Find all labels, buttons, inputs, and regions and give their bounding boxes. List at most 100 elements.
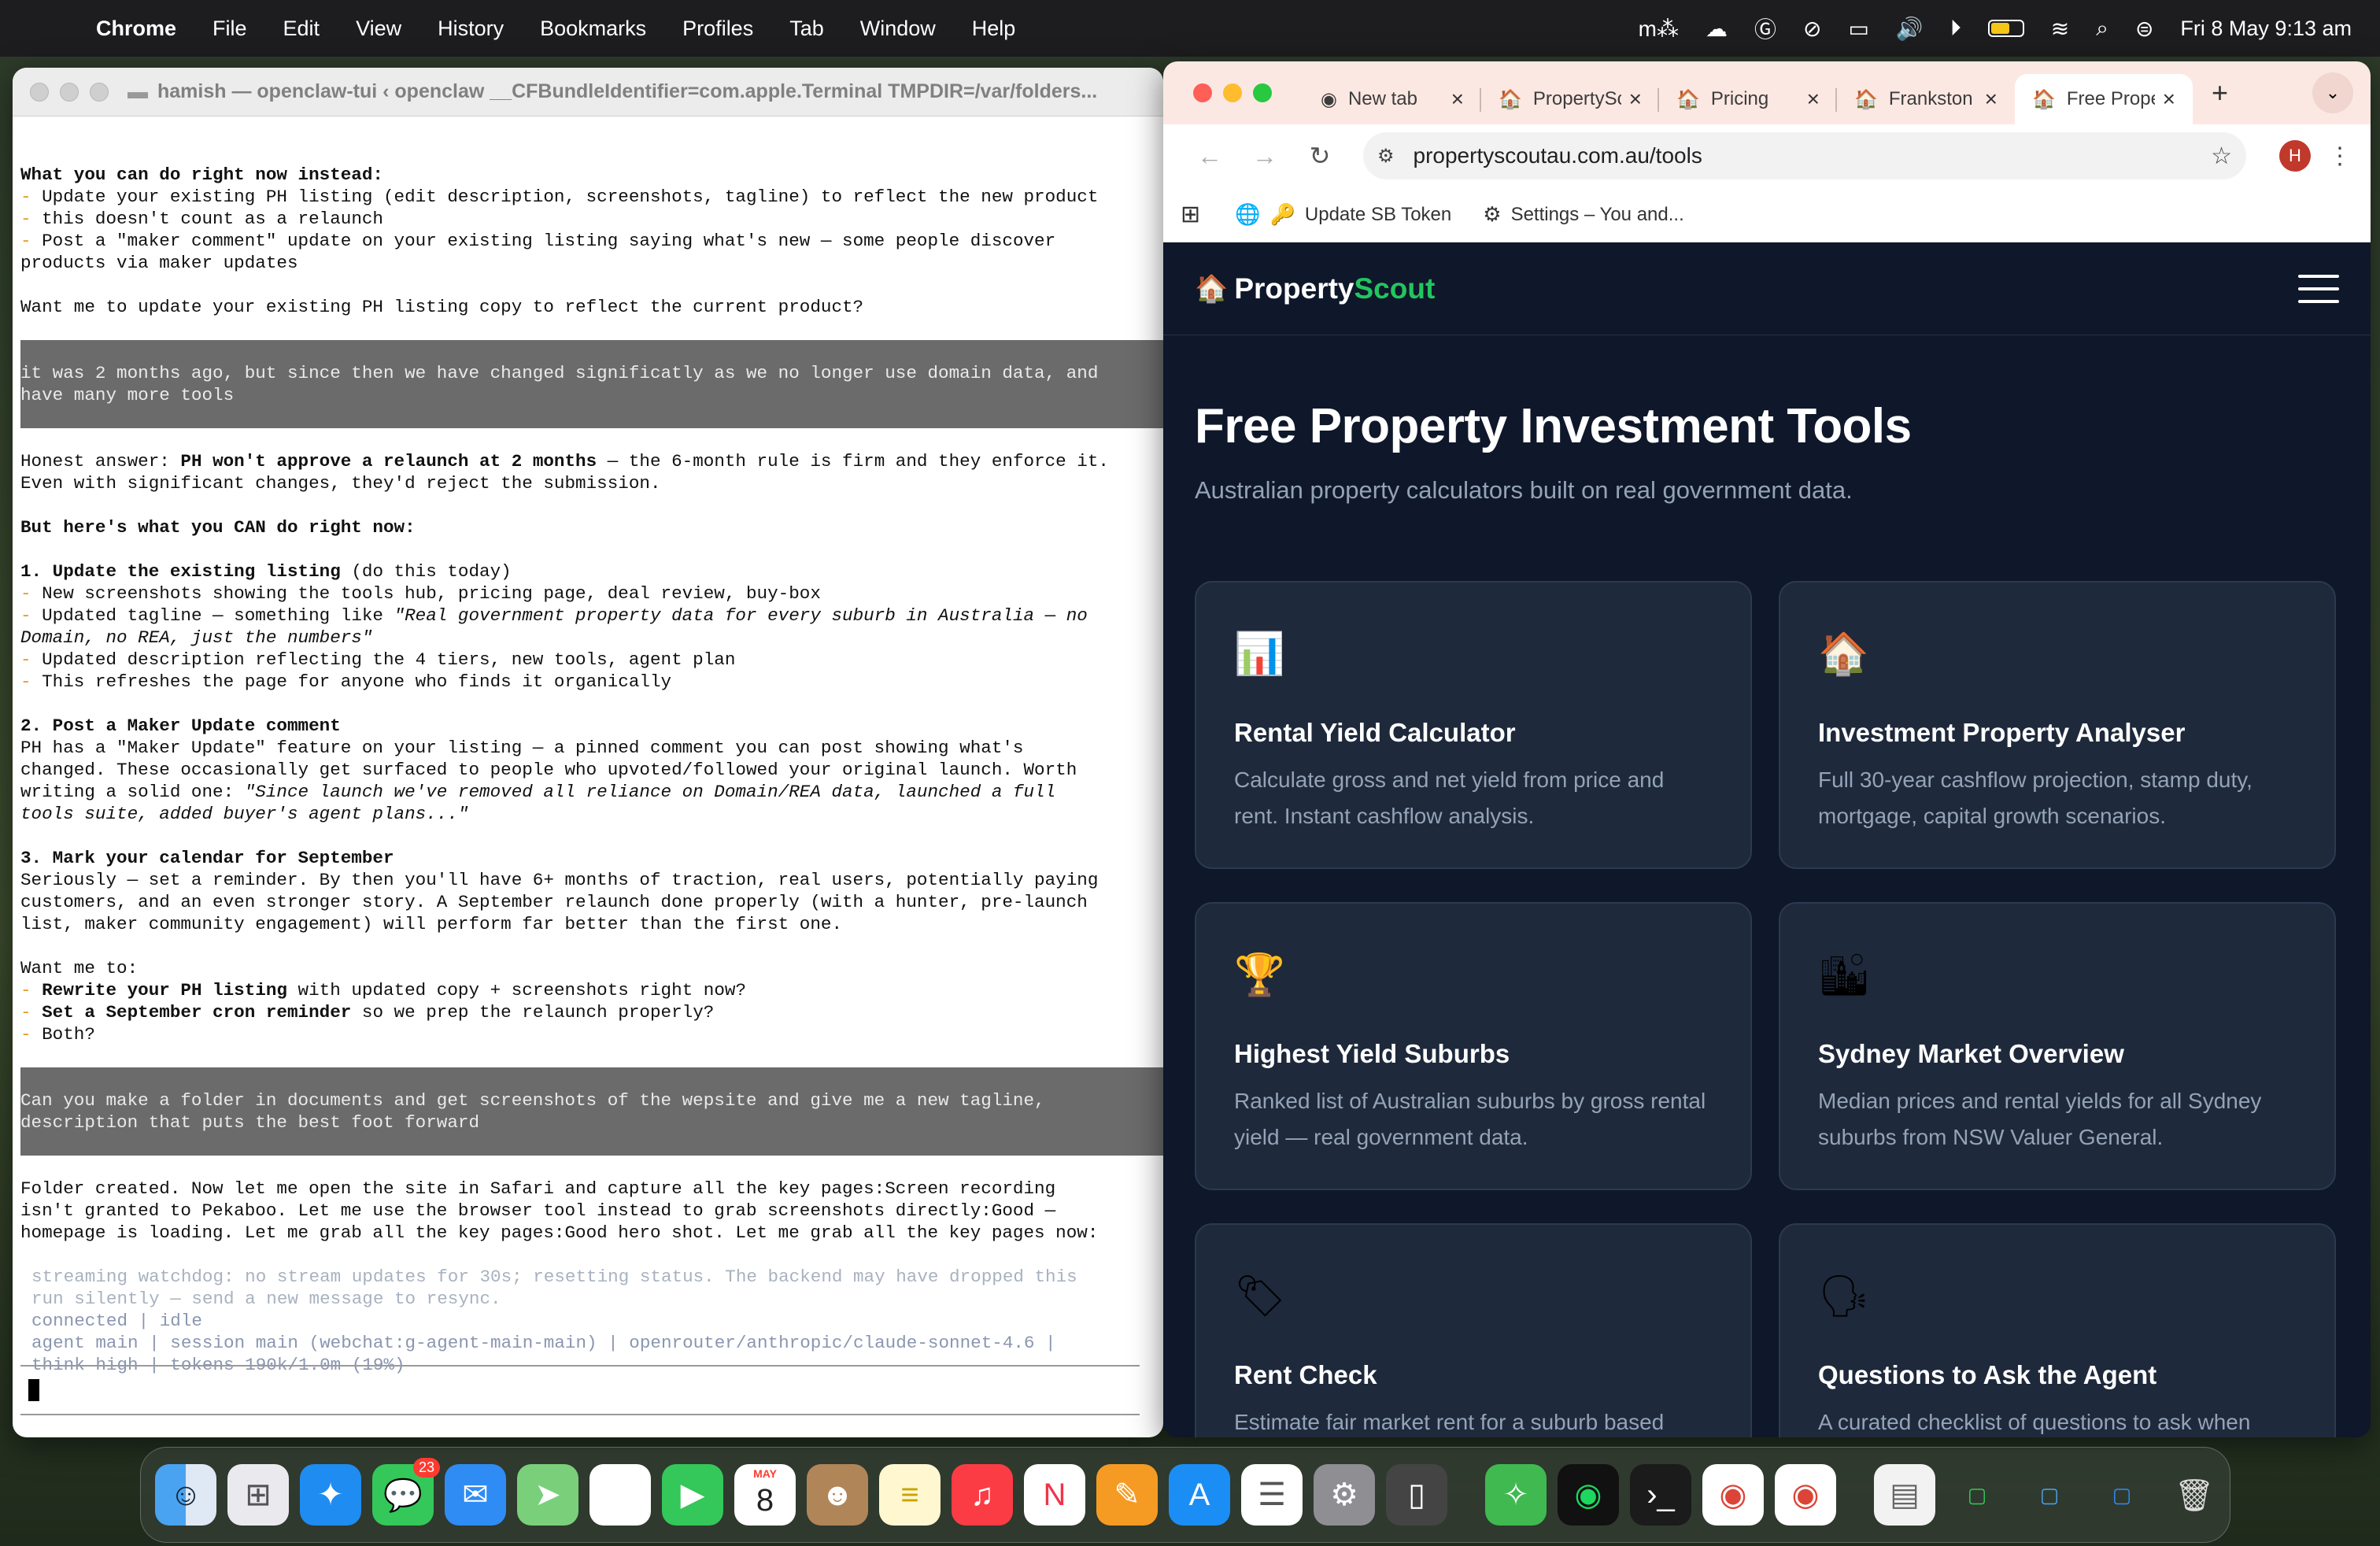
battery-icon[interactable] xyxy=(1987,20,2024,37)
menu-bookmarks[interactable]: Bookmarks xyxy=(540,17,646,41)
search-icon[interactable]: ⌕ xyxy=(2096,16,2108,42)
minimize-button[interactable] xyxy=(1223,83,1242,102)
house-icon: 🏠 xyxy=(1195,273,1229,304)
system-settings-icon[interactable]: ⚙ xyxy=(1314,1464,1375,1526)
menu-window[interactable]: Window xyxy=(860,17,936,41)
finder-icon[interactable]: ☺ xyxy=(155,1464,216,1526)
messages-icon[interactable]: 💬 23 xyxy=(372,1458,440,1526)
forward-button[interactable]: → xyxy=(1237,142,1292,171)
tool-card-rental-yield[interactable]: 📊 Rental Yield Calculator Calculate gros… xyxy=(1195,581,1752,869)
facetime-icon[interactable]: ▶ xyxy=(662,1464,723,1526)
compass-icon[interactable]: ⊘ xyxy=(1803,16,1821,42)
zoom-button[interactable] xyxy=(1253,83,1272,102)
close-button[interactable] xyxy=(30,82,49,102)
cloud-sync-icon[interactable]: ☁ xyxy=(1706,16,1728,42)
display-icon[interactable]: ▭ xyxy=(1848,16,1868,42)
zoom-button[interactable] xyxy=(90,82,109,102)
line: writing a solid one: xyxy=(20,782,245,802)
terminal-titlebar[interactable]: ▬ hamish — openclaw-tui ‹ openclaw __CFB… xyxy=(13,68,1163,117)
minimize-button[interactable] xyxy=(60,82,79,102)
safari-icon[interactable]: ✦ xyxy=(300,1464,361,1526)
tool-card-investment-analyser[interactable]: 🏠 Investment Property Analyser Full 30-y… xyxy=(1779,581,2336,869)
menu-history[interactable]: History xyxy=(438,17,504,41)
play-icon[interactable]: ⏵ xyxy=(1950,16,1961,42)
news-icon[interactable]: N xyxy=(1024,1464,1085,1526)
messages-minimized-icon[interactable]: ▢ xyxy=(1946,1464,2008,1526)
cleaner-icon[interactable]: ✧ xyxy=(1485,1464,1547,1526)
close-tab-icon[interactable]: × xyxy=(1807,87,1820,112)
close-tab-icon[interactable]: × xyxy=(1451,87,1464,112)
maps-icon[interactable]: ➤ xyxy=(517,1464,578,1526)
profile-avatar[interactable]: H xyxy=(2279,140,2311,172)
finder-minimized-icon[interactable]: ▢ xyxy=(2019,1464,2080,1526)
tool-card-sydney-market[interactable]: 🏙 Sydney Market Overview Median prices a… xyxy=(1779,902,2336,1190)
line: Update your existing PH listing (edit de… xyxy=(31,187,1099,207)
site-info-icon[interactable]: ⚙ xyxy=(1377,145,1395,168)
tab-propertyscout[interactable]: 🏠 PropertyScout × xyxy=(1481,74,1659,124)
chrome-menu-icon[interactable]: ⋮ xyxy=(2328,142,2352,170)
address-bar[interactable]: ⚙ propertyscoutau.com.au/tools ☆ xyxy=(1363,132,2246,179)
iphone-mirroring-icon[interactable]: ▯ xyxy=(1386,1464,1447,1526)
mail-minimized-icon[interactable]: ▢ xyxy=(2091,1464,2153,1526)
reminders-icon[interactable]: ☰ xyxy=(1241,1464,1303,1526)
menu-tab[interactable]: Tab xyxy=(789,17,824,41)
tool-card-rent-check[interactable]: 🏷 Rent Check Estimate fair market rent f… xyxy=(1195,1223,1752,1437)
clock[interactable]: Fri 8 May 9:13 am xyxy=(2180,17,2352,41)
back-button[interactable]: ← xyxy=(1182,142,1237,171)
launchpad-icon[interactable]: ⊞ xyxy=(227,1464,289,1526)
menu-help[interactable]: Help xyxy=(972,17,1016,41)
contacts-icon[interactable]: ☻ xyxy=(807,1464,868,1526)
tab-new-tab[interactable]: ◉ New tab × xyxy=(1303,74,1481,124)
user-message: Can you make a folder in documents and g… xyxy=(20,1067,1163,1156)
bookmark-star-icon[interactable]: ☆ xyxy=(2211,142,2232,170)
mail-icon[interactable]: ✉ xyxy=(445,1464,506,1526)
tab-frankston[interactable]: 🏠 Frankston × xyxy=(1837,74,2015,124)
pages-icon[interactable]: ✎ xyxy=(1096,1464,1158,1526)
document-icon[interactable]: ▤ xyxy=(1874,1464,1935,1526)
tab-pricing[interactable]: 🏠 Pricing × xyxy=(1659,74,1837,124)
chrome-icon[interactable]: ◉ xyxy=(1702,1464,1764,1526)
terminal-input[interactable] xyxy=(20,1365,1140,1415)
bookmark-label: Settings – You and... xyxy=(1510,203,1684,225)
site-logo[interactable]: 🏠 Property Scout xyxy=(1195,272,1435,305)
wifi-icon[interactable]: ≋ xyxy=(2051,16,2069,42)
close-tab-icon[interactable]: × xyxy=(1985,87,1998,112)
status-line: streaming watchdog: no stream updates fo… xyxy=(31,1267,1077,1287)
bookmark-settings[interactable]: ⚙ Settings – You and... xyxy=(1483,202,1684,227)
notes-icon[interactable]: ≡ xyxy=(879,1464,941,1526)
new-tab-button[interactable]: + xyxy=(2212,76,2228,109)
house-icon: 🏠 xyxy=(1818,631,1869,677)
menu-file[interactable]: File xyxy=(213,17,247,41)
chrome-icon[interactable]: ◉ xyxy=(1775,1464,1836,1526)
menu-app-name[interactable]: Chrome xyxy=(96,17,176,41)
apps-grid-icon[interactable]: ⊞ xyxy=(1181,201,1200,228)
menu-edit[interactable]: Edit xyxy=(283,17,320,41)
close-tab-icon[interactable]: × xyxy=(1629,87,1642,112)
close-tab-icon[interactable]: × xyxy=(2163,87,2175,112)
close-button[interactable] xyxy=(1193,83,1212,102)
terminal-icon[interactable]: ›_ xyxy=(1630,1464,1691,1526)
reload-button[interactable]: ↻ xyxy=(1292,141,1347,171)
tab-free-property[interactable]: 🏠 Free Property × xyxy=(2015,74,2193,124)
window-controls xyxy=(30,82,109,102)
calendar-icon[interactable]: MAY 8 xyxy=(734,1464,796,1526)
bookmark-update-sb-token[interactable]: 🌐 🔑 Update SB Token xyxy=(1235,202,1451,227)
control-center-icon[interactable]: ⊜ xyxy=(2135,16,2153,42)
menu-view[interactable]: View xyxy=(356,17,401,41)
tab-search-button[interactable]: ⌄ xyxy=(2312,72,2353,113)
tool-card-highest-yield[interactable]: 🏆 Highest Yield Suburbs Ranked list of A… xyxy=(1195,902,1752,1190)
menu-profiles[interactable]: Profiles xyxy=(682,17,753,41)
spotify-icon[interactable]: ◉ xyxy=(1558,1464,1619,1526)
hamburger-menu-icon[interactable] xyxy=(2298,274,2339,303)
grammarly-icon[interactable]: Ⓖ xyxy=(1754,13,1776,44)
terminal-output[interactable]: What you can do right now instead: - Upd… xyxy=(13,117,1163,1398)
trash-icon[interactable]: 🗑 xyxy=(2164,1464,2225,1526)
app-store-icon[interactable]: A xyxy=(1169,1464,1230,1526)
folder-icon: ▬ xyxy=(128,80,148,103)
line: This refreshes the page for anyone who f… xyxy=(31,671,672,692)
music-icon[interactable]: ♫ xyxy=(952,1464,1013,1526)
menubar-extra-icon[interactable]: m⁂ xyxy=(1639,16,1679,42)
photos-icon[interactable]: ✿ xyxy=(589,1464,651,1526)
volume-icon[interactable]: 🔊 xyxy=(1896,16,1924,42)
tool-card-agent-questions[interactable]: 🗣 Questions to Ask the Agent A curated c… xyxy=(1779,1223,2336,1437)
